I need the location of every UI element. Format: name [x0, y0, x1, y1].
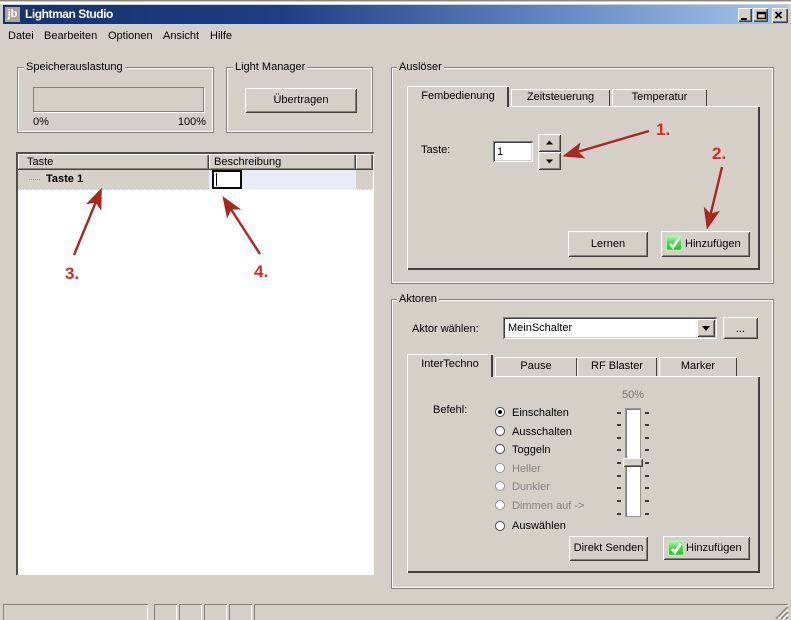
svg-text:3.: 3.	[65, 264, 79, 283]
svg-text:2.: 2.	[712, 144, 726, 163]
svg-text:4.: 4.	[254, 262, 268, 281]
svg-text:1.: 1.	[656, 120, 670, 139]
